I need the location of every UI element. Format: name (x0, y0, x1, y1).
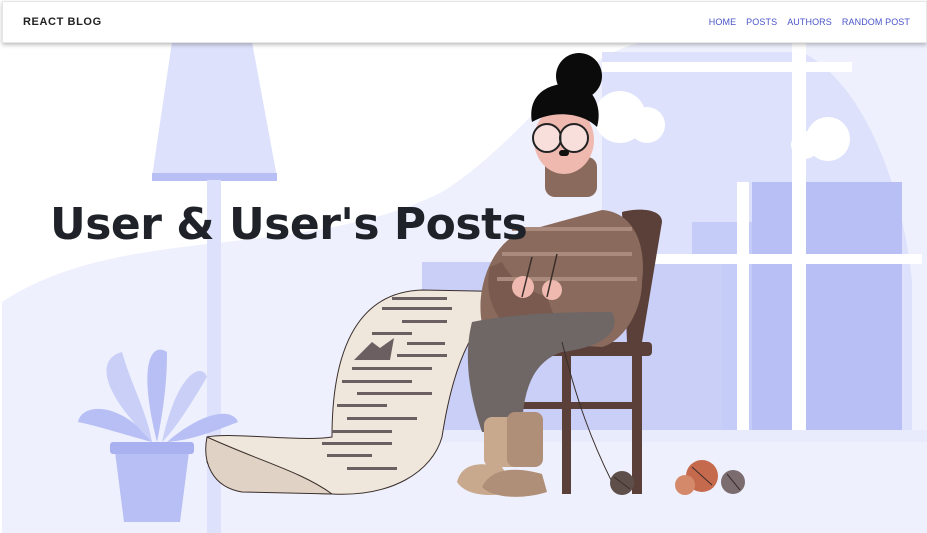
brand-logo[interactable]: REACT BLOG (23, 16, 102, 28)
nav-link-random-post[interactable]: RANDOM POST (842, 17, 910, 27)
nav-links: HOME POSTS AUTHORS RANDOM POST (709, 17, 910, 27)
nav-link-posts[interactable]: POSTS (746, 17, 777, 27)
nav-link-home[interactable]: HOME (709, 17, 736, 27)
hero-title: User & User's Posts (50, 199, 528, 250)
hero-section: User & User's Posts (2, 42, 927, 533)
nav-link-authors[interactable]: AUTHORS (787, 17, 832, 27)
hero-illustration (2, 42, 927, 533)
navbar: REACT BLOG HOME POSTS AUTHORS RANDOM POS… (2, 1, 927, 43)
